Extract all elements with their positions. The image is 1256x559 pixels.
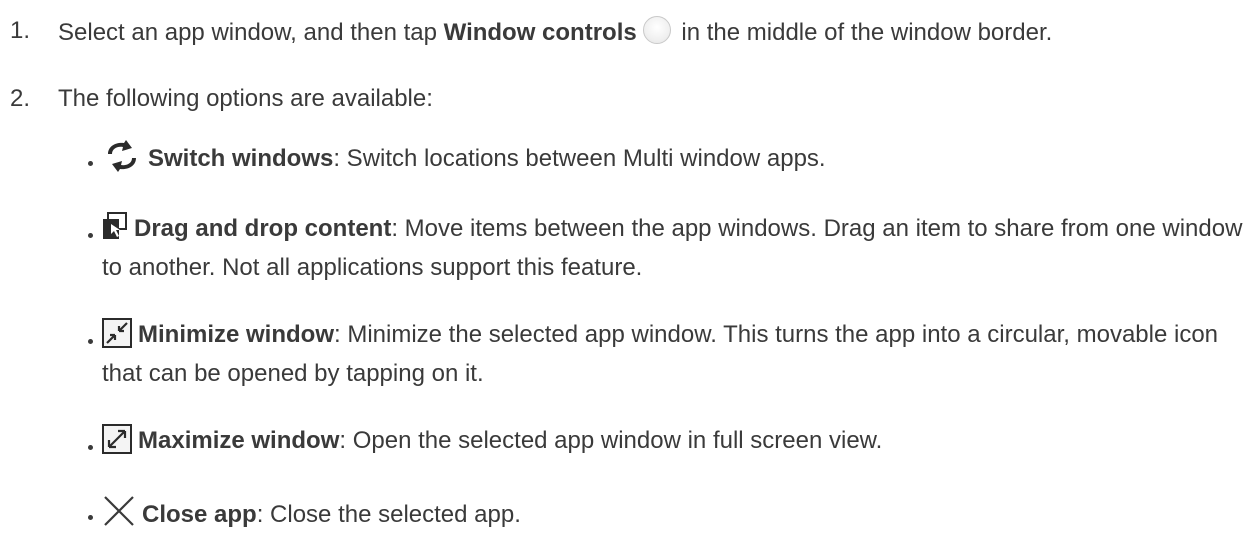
option-desc: : Switch locations between Multi window … <box>333 145 826 172</box>
option-title: Maximize window <box>138 427 340 454</box>
bullet-dot <box>88 233 93 238</box>
step-number: 2. <box>10 85 31 112</box>
switch-windows-icon <box>102 140 142 181</box>
bullet-dot <box>88 515 93 520</box>
step-text-post: in the middle of the window border. <box>674 19 1053 46</box>
option-body: Drag and drop content: Move items betwee… <box>102 212 1252 284</box>
option-title: Switch windows <box>148 145 334 172</box>
option-body: Close app: Close the selected app. <box>102 494 1252 537</box>
option-title: Minimize window <box>138 321 334 348</box>
window-controls-label: Window controls <box>443 19 637 46</box>
step-number: 1. <box>10 17 31 44</box>
option-body: Maximize window: Open the selected app w… <box>102 424 1252 463</box>
bullet-dot <box>88 161 93 166</box>
bullet-dot <box>88 445 93 450</box>
step-text-pre: Select an app window, and then tap <box>58 19 444 46</box>
circle-window-controls-icon <box>642 16 671 44</box>
option-title: Drag and drop content <box>134 215 392 242</box>
drag-drop-icon <box>102 212 128 251</box>
step-text: Select an app window, and then tap Windo… <box>58 16 1052 48</box>
step-text: The following options are available: <box>58 85 433 112</box>
maximize-window-icon <box>102 424 132 463</box>
option-desc: : Close the selected app. <box>256 501 521 528</box>
option-body: Minimize window: Minimize the selected a… <box>102 318 1252 390</box>
close-icon <box>102 494 136 537</box>
option-body: Switch windows: Switch locations between… <box>102 140 1252 181</box>
option-title: Close app <box>142 501 257 528</box>
minimize-window-icon <box>102 318 132 357</box>
option-desc: : Open the selected app window in full s… <box>339 427 883 454</box>
bullet-dot <box>88 339 93 344</box>
